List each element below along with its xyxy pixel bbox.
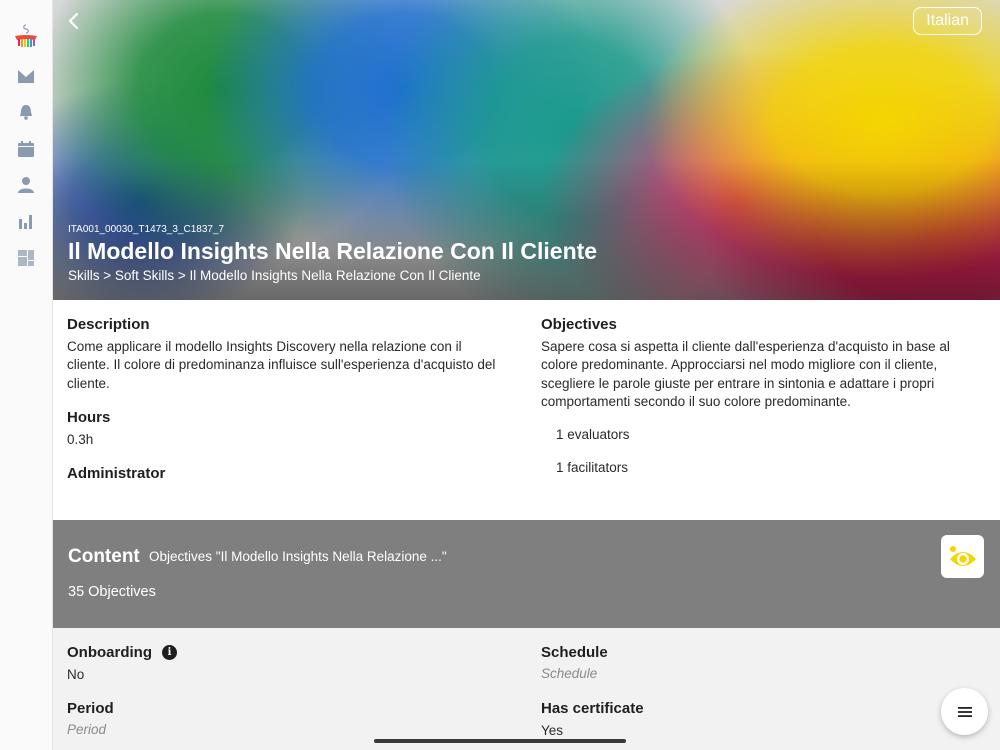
preview-button[interactable]: [941, 535, 984, 578]
bell-icon[interactable]: [12, 98, 40, 126]
period-field[interactable]: Period: [67, 722, 106, 737]
mail-icon[interactable]: [12, 62, 40, 90]
schedule-field[interactable]: Schedule: [541, 666, 597, 681]
description-line: cliente.: [67, 375, 110, 391]
objectives-label: Objectives: [541, 316, 617, 333]
hours-value: 0.3h: [67, 432, 94, 447]
bar-chart-icon[interactable]: [12, 208, 40, 236]
description-line: cliente. Il colore di predominanza influ…: [67, 357, 496, 373]
content-subtitle: Objectives "Il Modello Insights Nella Re…: [149, 549, 447, 564]
objectives-text: Sapere cosa si aspetta il cliente dall'e…: [541, 338, 950, 411]
onboarding-value: No: [67, 667, 85, 682]
hours-label: Hours: [67, 409, 111, 426]
user-icon[interactable]: [12, 171, 40, 199]
home-indicator: [374, 739, 626, 743]
eye-icon: [949, 545, 976, 566]
description-line: Come applicare il modello Insights Disco…: [67, 339, 462, 354]
administrator-label: Administrator: [67, 465, 166, 482]
content-section: Content Objectives "Il Modello Insights …: [53, 520, 1000, 628]
logo-icon[interactable]: [12, 21, 40, 49]
facilitators-count: 1 facilitators: [556, 460, 629, 475]
menu-icon: [957, 706, 972, 717]
description-label: Description: [67, 316, 150, 333]
certificate-value: Yes: [541, 723, 564, 738]
onboarding-label: Onboarding: [67, 644, 152, 661]
dashboard-icon[interactable]: [12, 244, 40, 272]
calendar-icon[interactable]: [12, 135, 40, 163]
objectives-line: comportamenti secondo il suo colore pred…: [541, 393, 851, 409]
settings-section: [53, 628, 1000, 750]
description-text: Come applicare il modello Insights Disco…: [67, 338, 495, 393]
objectives-line: scegliere le parole giuste per entrare i…: [541, 375, 935, 391]
breadcrumb: Skills > Soft Skills > Il Modello Insigh…: [68, 268, 481, 283]
info-icon[interactable]: i: [162, 645, 177, 660]
content-title: Content: [68, 546, 140, 567]
objectives-count: 35 Objectives: [68, 584, 156, 600]
course-hero: Italian ITA001_00030_T1473_3_C1837_7 Il …: [53, 0, 1000, 300]
back-button[interactable]: [61, 8, 87, 34]
chevron-left-icon: [68, 12, 79, 30]
evaluators-count: 1 evaluators: [556, 427, 630, 442]
objectives-line: Sapere cosa si aspetta il cliente dall'e…: [541, 339, 950, 354]
course-code: ITA001_00030_T1473_3_C1837_7: [68, 224, 225, 235]
period-label: Period: [67, 700, 114, 717]
menu-button[interactable]: [941, 688, 988, 735]
course-title: Il Modello Insights Nella Relazione Con …: [68, 238, 598, 264]
schedule-label: Schedule: [541, 644, 608, 661]
objectives-line: colore predominante. Approcciarsi nel mo…: [541, 357, 938, 373]
language-button[interactable]: Italian: [913, 7, 982, 35]
sidebar: [0, 0, 53, 750]
certificate-label: Has certificate: [541, 700, 644, 717]
